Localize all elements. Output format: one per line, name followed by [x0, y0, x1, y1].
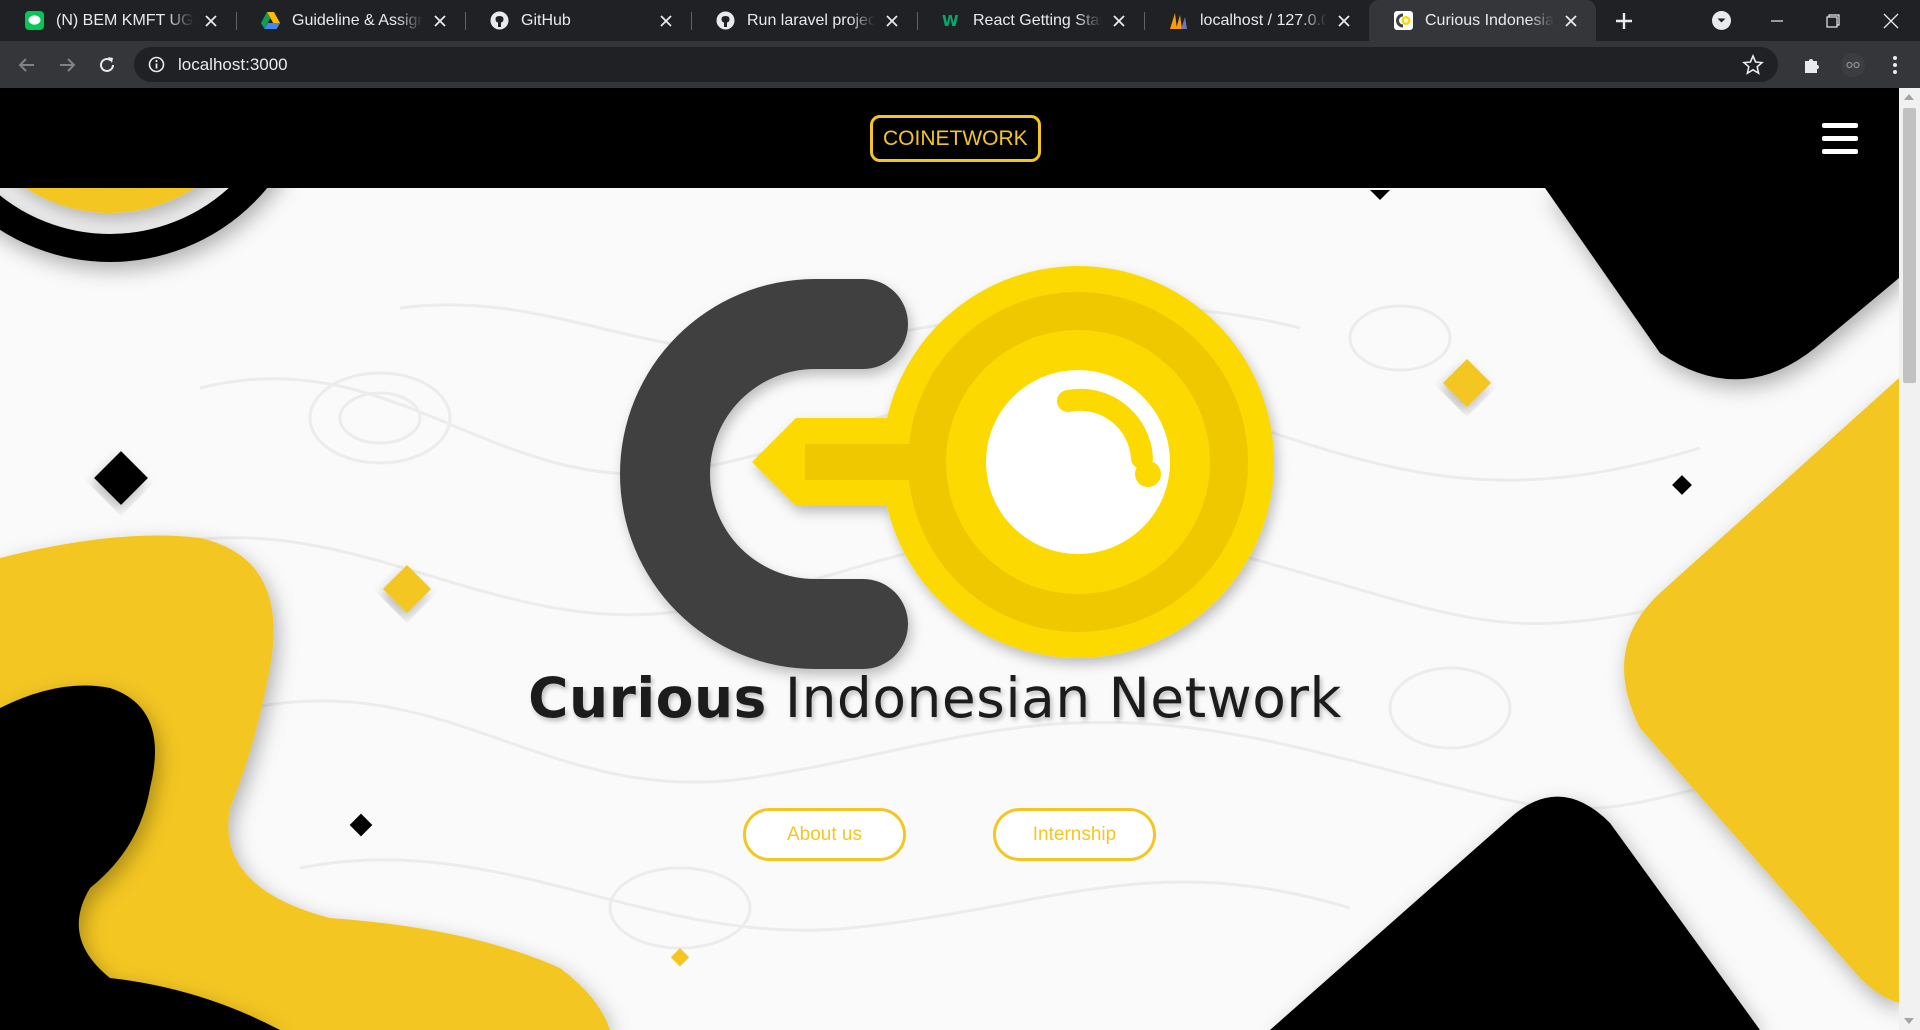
minimize-button[interactable] [1749, 0, 1805, 41]
new-tab-button[interactable] [1596, 0, 1652, 41]
tab-run-laravel[interactable]: Run laravel project loc [691, 0, 917, 41]
blob-bottom-right [1270, 796, 1760, 1030]
w3schools-icon: W [942, 11, 961, 30]
back-button[interactable] [12, 50, 42, 80]
url-text: localhost:3000 [178, 55, 288, 74]
tab-close-icon[interactable] [1333, 10, 1355, 32]
hamburger-menu-icon[interactable] [1822, 123, 1858, 154]
profile-button[interactable] [1838, 50, 1868, 80]
browser-menu-button[interactable] [1880, 50, 1910, 80]
hero-background [0, 88, 1899, 1030]
tab-title: Run laravel project loc [747, 11, 875, 29]
diamond-black-small-right [1672, 475, 1692, 495]
coinetwork-logo [620, 266, 1274, 669]
tab-phpmyadmin[interactable]: localhost / 127.0.0.1 / [1144, 0, 1369, 41]
tab-strip: (N) BEM KMFT UGM | Guideline & Assignme … [0, 0, 1920, 41]
github-icon [490, 11, 509, 30]
hero-title-rest: Indonesian Network [766, 666, 1342, 730]
address-bar[interactable]: localhost:3000 [134, 47, 1778, 82]
about-us-button[interactable]: About us [743, 808, 906, 861]
page-scrollbar[interactable] [1899, 88, 1920, 1030]
diamond-yellow [382, 564, 432, 614]
hero-title-bold: Curious [528, 666, 767, 730]
tab-title: Guideline & Assignme [292, 11, 423, 29]
site-navbar: COINETWORK [0, 88, 1899, 188]
menu-icon [1893, 56, 1897, 74]
back-icon [18, 58, 34, 72]
minimize-icon [1771, 19, 1783, 22]
notch-decoration [1370, 190, 1390, 200]
tab-close-icon[interactable] [1108, 10, 1130, 32]
page-viewport: COINETWORK Curious Indonesian Network Ab… [0, 88, 1899, 1030]
tab-search-button[interactable] [1693, 0, 1749, 41]
google-drive-icon [261, 11, 280, 30]
tab-close-icon[interactable] [429, 10, 451, 32]
diamond-black-large [94, 451, 148, 505]
close-window-button[interactable] [1861, 0, 1920, 41]
info-icon[interactable] [148, 56, 165, 73]
close-icon [1883, 13, 1898, 28]
tab-title: GitHub [521, 11, 571, 29]
tab-github[interactable]: GitHub [465, 0, 691, 41]
github-icon [716, 11, 735, 30]
forward-icon [60, 58, 76, 72]
chevron-down-circle-icon [1711, 11, 1731, 30]
diamond-yellow-right [1442, 358, 1492, 408]
tab-curious-indonesian-network[interactable]: Curious Indonesian N [1369, 0, 1596, 41]
line-icon [25, 11, 44, 30]
tab-close-icon[interactable] [655, 10, 677, 32]
reload-icon [100, 57, 114, 72]
coinetwork-icon [1394, 11, 1413, 30]
browser-toolbar: localhost:3000 [0, 41, 1920, 88]
tab-react-getting-started[interactable]: W React Getting Started [917, 0, 1144, 41]
blob-top-right [1545, 188, 1899, 380]
phpmyadmin-icon [1169, 11, 1188, 30]
svg-text:W: W [942, 12, 959, 30]
extensions-icon [1805, 59, 1819, 73]
tab-title: (N) BEM KMFT UGM | [56, 11, 194, 29]
tab-close-icon[interactable] [200, 10, 222, 32]
hero-title: Curious Indonesian Network [0, 666, 1870, 730]
tab-title: localhost / 127.0.0.1 / [1200, 11, 1327, 29]
diamond-yellow-small [670, 948, 690, 967]
tab-bem-kmft[interactable]: (N) BEM KMFT UGM | [0, 0, 236, 41]
scroll-down-arrow-icon[interactable] [1904, 1018, 1914, 1024]
tab-title: React Getting Started [973, 11, 1102, 29]
restore-icon [1826, 13, 1840, 28]
restore-button[interactable] [1805, 0, 1861, 41]
scroll-up-arrow-icon[interactable] [1904, 94, 1914, 100]
tab-close-icon[interactable] [881, 10, 903, 32]
scrollbar-thumb[interactable] [1903, 108, 1916, 383]
forward-button[interactable] [52, 50, 82, 80]
brand-logo-button[interactable]: COINETWORK [870, 115, 1041, 162]
internship-button[interactable]: Internship [993, 808, 1156, 861]
tab-title: Curious Indonesian N [1425, 11, 1554, 29]
diamond-black-small [349, 813, 373, 837]
profile-icon [1841, 53, 1865, 77]
extensions-button[interactable] [1797, 50, 1827, 80]
tab-guideline[interactable]: Guideline & Assignme [236, 0, 465, 41]
plus-icon [1616, 12, 1632, 29]
star-icon[interactable] [1742, 54, 1764, 76]
tab-close-icon[interactable] [1560, 10, 1582, 32]
reload-button[interactable] [92, 50, 122, 80]
